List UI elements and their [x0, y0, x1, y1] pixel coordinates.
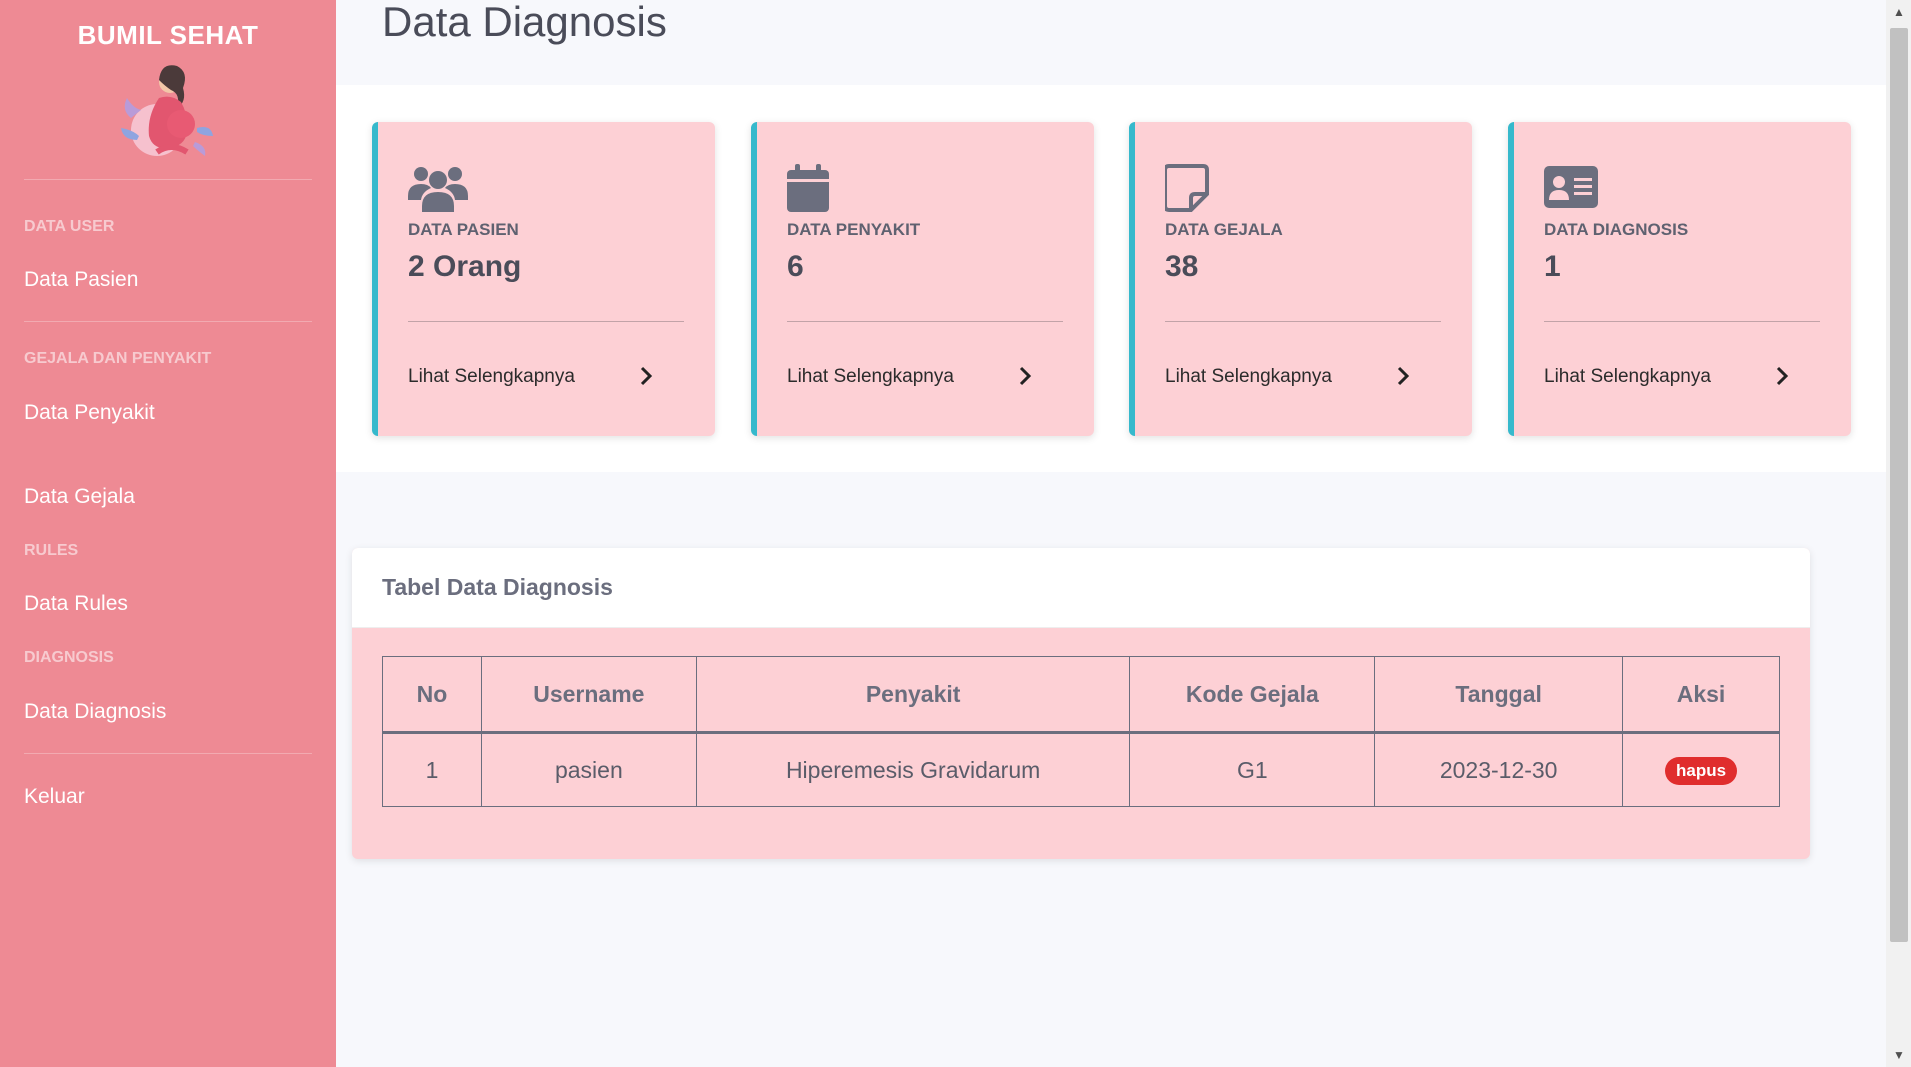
column-header-tanggal: Tanggal	[1374, 656, 1624, 734]
card-divider	[1165, 321, 1441, 322]
sidebar-heading-gejala-penyakit: GEJALA DAN PENYAKIT	[24, 350, 212, 367]
sidebar-heading-rules: RULES	[24, 542, 79, 559]
table-header-row: No Username Penyakit Kode Gejala Tanggal…	[382, 656, 1780, 734]
sidebar-item-data-penyakit[interactable]: Data Penyakit	[24, 401, 155, 425]
cell-tanggal: 2023-12-30	[1374, 732, 1624, 807]
brand-title[interactable]: BUMIL SEHAT	[0, 20, 336, 51]
chevron-right-icon[interactable]	[1015, 362, 1035, 390]
sidebar-divider	[24, 321, 312, 322]
card-value: 1	[1544, 250, 1561, 283]
card-data-penyakit: DATA PENYAKIT 6 Lihat Selengkapnya	[751, 122, 1094, 436]
page-title: Data Diagnosis	[382, 0, 667, 45]
id-card-icon	[1544, 166, 1598, 208]
diagnosis-table-panel: Tabel Data Diagnosis No Username Penyaki…	[352, 548, 1810, 859]
card-value: 6	[787, 250, 804, 283]
cell-penyakit: Hiperemesis Gravidarum	[695, 732, 1131, 807]
sidebar-heading-data-user: DATA USER	[24, 218, 115, 235]
sidebar-item-data-gejala[interactable]: Data Gejala	[24, 485, 135, 509]
note-icon	[1165, 164, 1209, 212]
card-divider	[1544, 321, 1820, 322]
sidebar: BUMIL SEHAT DATA USER Data Pasien GEJALA…	[0, 0, 336, 1067]
card-label: DATA DIAGNOSIS	[1544, 220, 1689, 239]
card-data-diagnosis: DATA DIAGNOSIS 1 Lihat Selengkapnya	[1508, 122, 1851, 436]
logout-link[interactable]: Keluar	[24, 785, 85, 809]
card-data-pasien: DATA PASIEN 2 Orang Lihat Selengkapnya	[372, 122, 715, 436]
sidebar-heading-diagnosis: DIAGNOSIS	[24, 649, 114, 666]
card-label: DATA PASIEN	[408, 220, 519, 239]
card-divider	[787, 321, 1063, 322]
see-more-link[interactable]: Lihat Selengkapnya	[1165, 366, 1332, 388]
column-header-username: Username	[480, 656, 697, 734]
cell-no: 1	[382, 732, 482, 807]
card-value: 2 Orang	[408, 250, 522, 283]
diagnosis-table: No Username Penyakit Kode Gejala Tanggal…	[382, 656, 1780, 807]
delete-button[interactable]: hapus	[1665, 757, 1738, 785]
scrollbar-thumb[interactable]	[1890, 28, 1908, 942]
table-row: 1 pasien Hiperemesis Gravidarum G1 2023-…	[382, 732, 1780, 807]
users-icon	[408, 167, 468, 212]
chevron-right-icon[interactable]	[636, 362, 656, 390]
sidebar-item-data-pasien[interactable]: Data Pasien	[24, 268, 138, 292]
cell-username: pasien	[480, 732, 697, 807]
column-header-penyakit: Penyakit	[695, 656, 1131, 734]
chevron-right-icon[interactable]	[1772, 362, 1792, 390]
sidebar-item-data-rules[interactable]: Data Rules	[24, 592, 128, 616]
card-value: 38	[1165, 250, 1199, 283]
sidebar-item-data-diagnosis[interactable]: Data Diagnosis	[24, 700, 166, 724]
card-divider	[408, 321, 684, 322]
cell-kode-gejala: G1	[1129, 732, 1376, 807]
see-more-link[interactable]: Lihat Selengkapnya	[408, 366, 575, 388]
panel-header: Tabel Data Diagnosis	[352, 548, 1810, 628]
see-more-link[interactable]: Lihat Selengkapnya	[1544, 366, 1711, 388]
card-label: DATA PENYAKIT	[787, 220, 921, 239]
sidebar-divider	[24, 753, 312, 754]
calendar-icon	[787, 164, 829, 212]
cell-aksi: hapus	[1622, 732, 1780, 807]
column-header-no: No	[382, 656, 482, 734]
column-header-aksi: Aksi	[1622, 656, 1780, 734]
sidebar-divider	[24, 179, 312, 180]
card-data-gejala: DATA GEJALA 38 Lihat Selengkapnya	[1129, 122, 1472, 436]
scroll-up-icon[interactable]: ▲	[1890, 2, 1908, 22]
pregnant-woman-logo	[121, 65, 213, 156]
scroll-down-icon[interactable]: ▼	[1890, 1045, 1908, 1065]
panel-title: Tabel Data Diagnosis	[382, 574, 613, 600]
column-header-kode-gejala: Kode Gejala	[1129, 656, 1376, 734]
card-label: DATA GEJALA	[1165, 220, 1283, 239]
see-more-link[interactable]: Lihat Selengkapnya	[787, 366, 954, 388]
chevron-right-icon[interactable]	[1393, 362, 1413, 390]
